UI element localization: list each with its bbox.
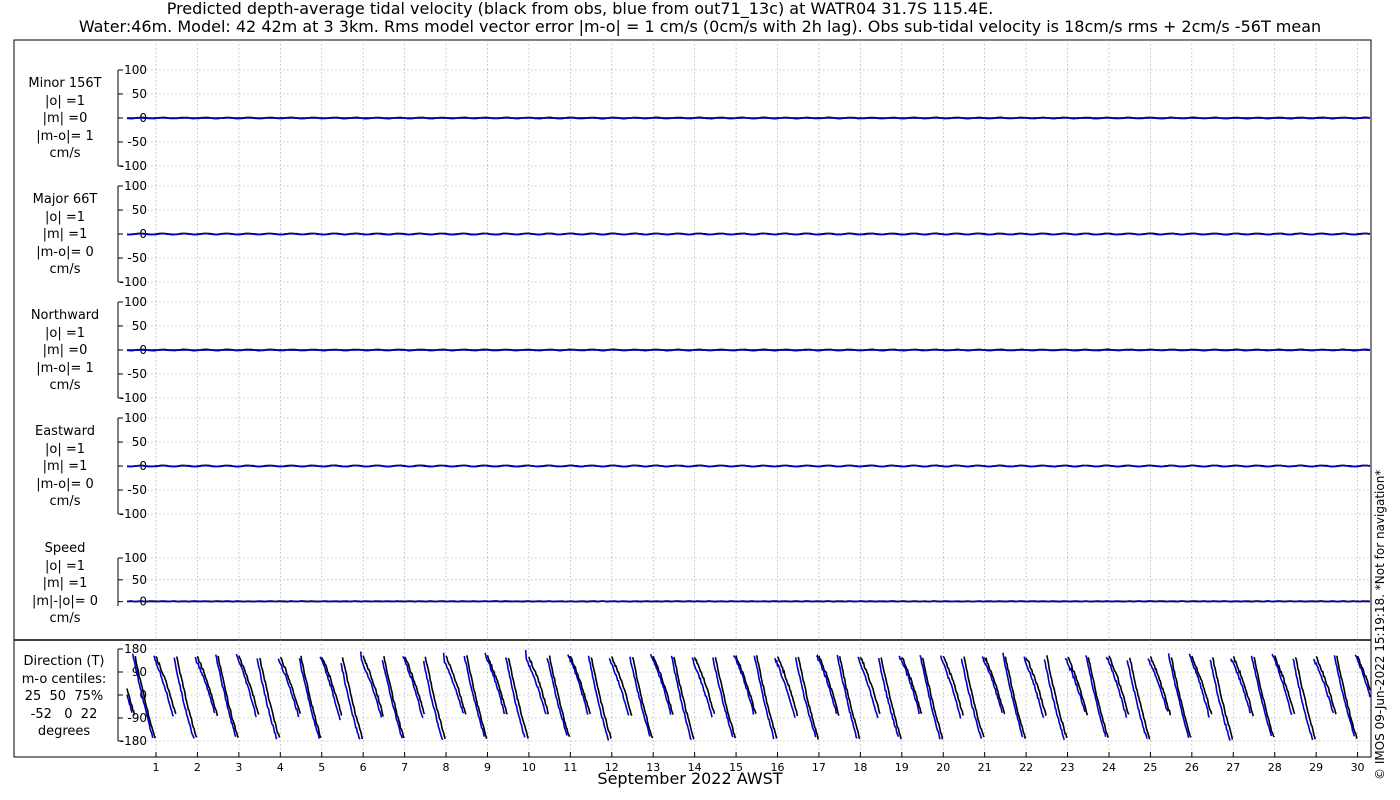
y-tick-label: -180 <box>120 734 147 748</box>
panel-label-line: |m| =0 <box>42 343 88 358</box>
panel-label-line: |o| =1 <box>44 93 85 109</box>
panel-label-line: 25 50 75% <box>24 689 104 704</box>
panel-label-line: |m| =1 <box>42 227 88 242</box>
panel-label-speed: Speed |o| =1 |m| =1 |m|-|o|= 0 cm/s <box>20 540 110 628</box>
panel-label-line: |m-o|= 0 <box>36 476 94 492</box>
panel-label-line: m-o centiles: <box>21 671 107 687</box>
panel-label-line: |m|-|o|= 0 <box>31 593 99 609</box>
plot-frame <box>13 39 1372 758</box>
y-tick-label: -100 <box>120 507 147 521</box>
panel-label-direction: Direction (T) m-o centiles: 25 50 75% -52 0… <box>14 653 114 741</box>
y-tick-label: -100 <box>120 391 147 405</box>
panel-label-major: Major 66T |o| =1 |m| =1 |m-o|= 0 cm/s <box>20 191 110 279</box>
y-tick-label: 100 <box>124 551 147 565</box>
series-model-speed <box>127 600 1371 603</box>
panel-label-line: Speed <box>44 541 86 556</box>
y-tick-label: 50 <box>132 203 147 217</box>
panel-label-line: cm/s <box>49 494 81 509</box>
panel-label-line: |o| =1 <box>44 558 85 574</box>
y-tick-label: 50 <box>132 87 147 101</box>
panel-label-line: Major 66T <box>32 192 98 207</box>
y-tick-label: 50 <box>132 319 147 333</box>
tidal-velocity-chart: 1 2 3 4 5 6 7 8 9 10 11 12 13 14 15 16 17 18 19 20 21 22 23 24 2… <box>13 39 1372 774</box>
panel-label-minor: Minor 156T |o| =1 |m| =0 |m-o|= 1 cm/s <box>20 75 110 163</box>
y-tick-label: -50 <box>127 251 147 265</box>
y-tick-label: -100 <box>120 159 147 173</box>
y-tick-label: -50 <box>127 483 147 497</box>
y-tick-label: -100 <box>120 275 147 289</box>
panel-label-line: cm/s <box>49 611 81 626</box>
y-tick-label: 50 <box>132 435 147 449</box>
y-tick-label: -50 <box>127 135 147 149</box>
panel-label-line: |m-o|= 0 <box>36 244 94 260</box>
y-tick-label: 100 <box>124 295 147 309</box>
y-tick-label: 100 <box>124 63 147 77</box>
panel-label-east: Eastward |o| =1 |m| =1 |m-o|= 0 cm/s <box>20 423 110 511</box>
panel-label-line: |m| =0 <box>42 111 88 126</box>
panel-label-line: |m| =1 <box>42 459 88 474</box>
y-tick-label: 50 <box>132 573 147 587</box>
panel-label-line: Eastward <box>34 424 96 439</box>
panel-label-line: |o| =1 <box>44 325 85 341</box>
panel-label-line: cm/s <box>49 262 81 277</box>
y-tick-label: -90 <box>127 711 147 725</box>
y-tick-label: 100 <box>124 179 147 193</box>
x-axis-title: September 2022 AWST <box>597 769 783 788</box>
panel-label-line: Minor 156T <box>28 76 102 91</box>
panel-label-line: Northward <box>30 308 100 323</box>
panel-label-line: |m-o|= 1 <box>36 128 94 144</box>
panel-label-line: degrees <box>37 724 91 739</box>
credit-text: © IMOS 09-Jun-2022 15:19:18. *Not for na… <box>1373 469 1387 780</box>
y-tick-label: 180 <box>124 642 147 656</box>
panel-label-line: Direction (T) <box>23 654 105 669</box>
panel-label-line: |o| =1 <box>44 441 85 457</box>
y-tick-label: 100 <box>124 411 147 425</box>
panel-label-north: Northward |o| =1 |m| =0 |m-o|= 1 cm/s <box>20 307 110 395</box>
panel-label-line: |m| =1 <box>42 576 88 591</box>
panel-label-line: |o| =1 <box>44 209 85 225</box>
panel-label-line: |m-o|= 1 <box>36 360 94 376</box>
panel-label-line: -52 0 22 <box>30 706 98 722</box>
panel-label-line: cm/s <box>49 378 81 393</box>
y-tick-label: -50 <box>127 367 147 381</box>
panel-label-line: cm/s <box>49 146 81 161</box>
